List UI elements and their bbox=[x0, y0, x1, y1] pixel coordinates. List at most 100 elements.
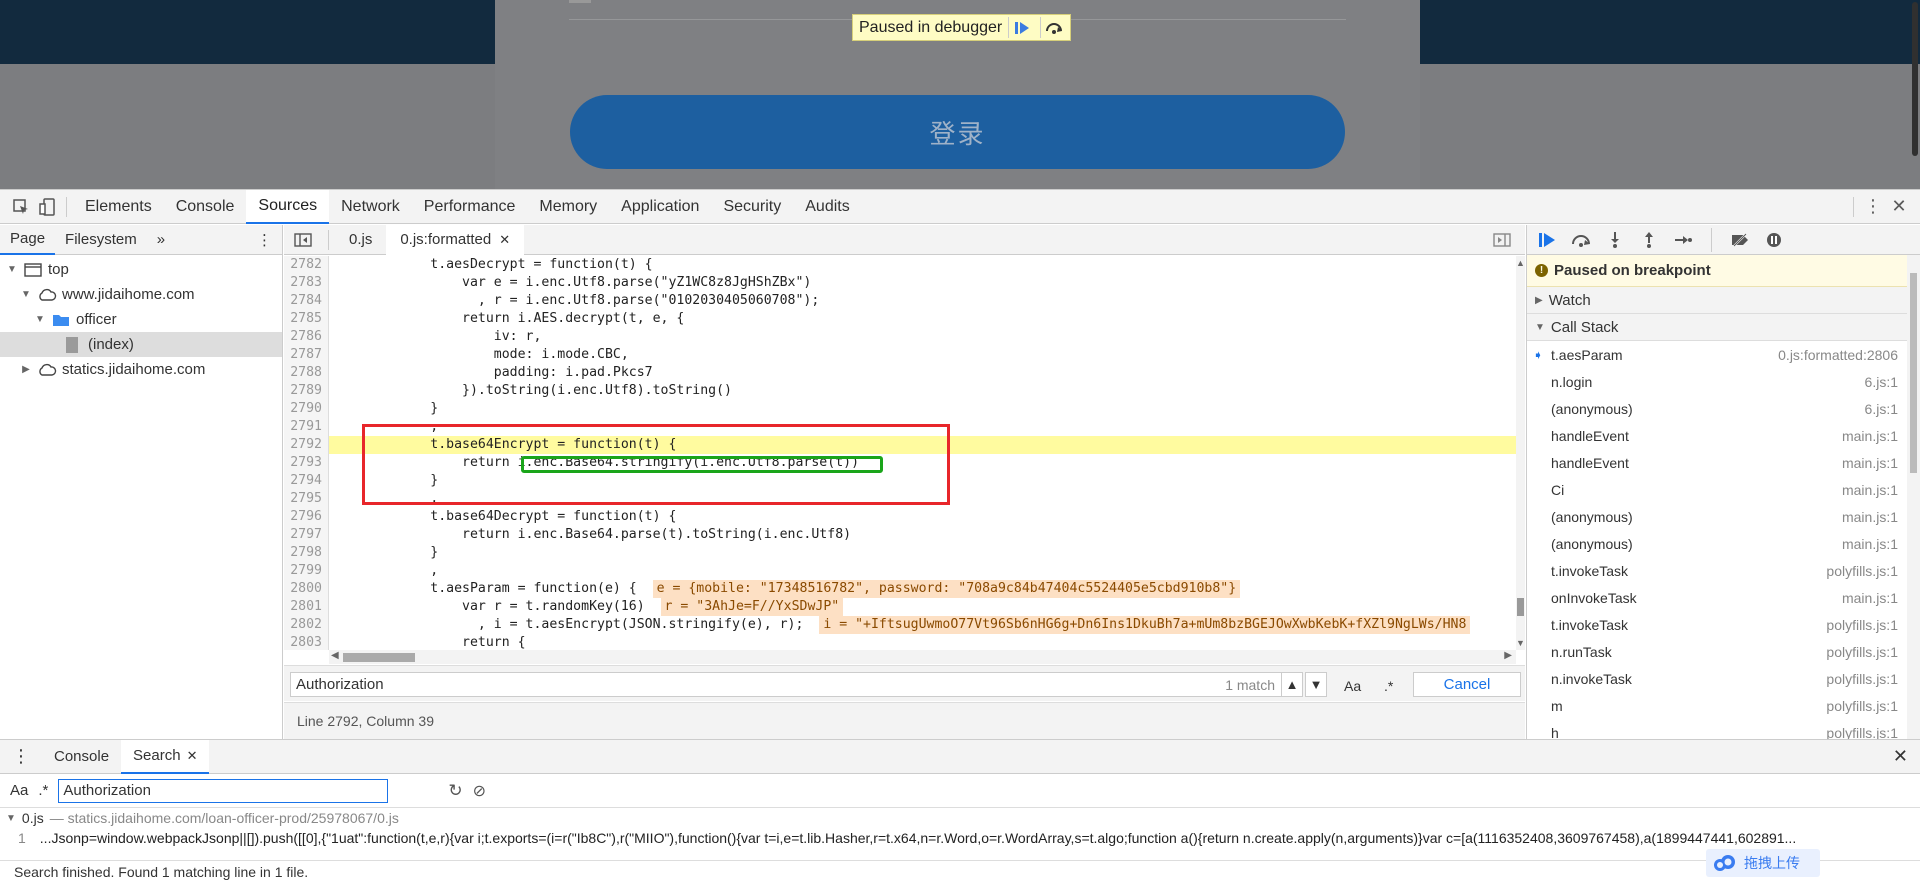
code-line[interactable]: 2801 var r = t.randomKey(16) r = "3AhJe=… bbox=[284, 598, 1516, 616]
page-scrollbar[interactable] bbox=[1910, 0, 1920, 160]
debugger-scrollbar[interactable] bbox=[1907, 255, 1920, 739]
line-number[interactable]: 2782 bbox=[284, 256, 329, 274]
step-over-icon[interactable] bbox=[1040, 17, 1066, 38]
line-number[interactable]: 2785 bbox=[284, 310, 329, 328]
call-frame[interactable]: (anonymous) main.js:1 bbox=[1527, 503, 1920, 530]
line-number[interactable]: 2790 bbox=[284, 400, 329, 418]
call-frame[interactable]: onInvokeTask main.js:1 bbox=[1527, 584, 1920, 611]
call-frame[interactable]: (anonymous) 6.js:1 bbox=[1527, 395, 1920, 422]
call-frame[interactable]: t.invokeTask polyfills.js:1 bbox=[1527, 557, 1920, 584]
call-frame[interactable]: t.invokeTask polyfills.js:1 bbox=[1527, 611, 1920, 638]
call-frame[interactable]: n.invokeTask polyfills.js:1 bbox=[1527, 665, 1920, 692]
login-button[interactable]: 登录 bbox=[570, 95, 1345, 169]
line-number[interactable]: 2793 bbox=[284, 454, 329, 472]
editor-vertical-scrollbar[interactable]: ▲ ▼ bbox=[1516, 256, 1525, 650]
line-number[interactable]: 2783 bbox=[284, 274, 329, 292]
close-tab-icon[interactable]: ✕ bbox=[499, 232, 510, 248]
line-number[interactable]: 2802 bbox=[284, 616, 329, 634]
drawer-menu-icon[interactable]: ⋮ bbox=[0, 740, 42, 774]
call-frame[interactable]: handleEvent main.js:1 bbox=[1527, 449, 1920, 476]
code-line[interactable]: 2799 , bbox=[284, 562, 1516, 580]
inspect-element-icon[interactable] bbox=[8, 194, 34, 220]
line-number[interactable]: 2784 bbox=[284, 292, 329, 310]
search-result-line[interactable]: 1 ...Jsonp=window.webpackJsonp||[]).push… bbox=[0, 828, 1920, 848]
regex-toggle[interactable]: .* bbox=[38, 782, 48, 799]
code-line[interactable]: 2797 return i.enc.Base64.parse(t).toStri… bbox=[284, 526, 1516, 544]
line-number[interactable]: 2798 bbox=[284, 544, 329, 562]
resume-icon[interactable] bbox=[1008, 17, 1034, 38]
line-number[interactable]: 2786 bbox=[284, 328, 329, 346]
code-line[interactable]: 2787 mode: i.mode.CBC, bbox=[284, 346, 1516, 364]
frame-location[interactable]: 6.js:1 bbox=[1865, 401, 1898, 417]
line-number[interactable]: 2788 bbox=[284, 364, 329, 382]
refresh-icon[interactable]: ↻ bbox=[448, 781, 462, 801]
line-number[interactable]: 2803 bbox=[284, 634, 329, 650]
tab-sources[interactable]: Sources bbox=[246, 189, 330, 224]
call-frame[interactable]: (anonymous) main.js:1 bbox=[1527, 530, 1920, 557]
tab-security[interactable]: Security bbox=[711, 190, 793, 224]
tab-network[interactable]: Network bbox=[329, 190, 412, 224]
resume-icon[interactable] bbox=[1535, 228, 1559, 252]
code-line[interactable]: 2800 t.aesParam = function(e) { e = {mob… bbox=[284, 580, 1516, 598]
drag-upload-badge[interactable]: 拖拽上传 bbox=[1706, 849, 1820, 877]
editor-tab-0js[interactable]: 0.js bbox=[335, 225, 386, 255]
call-frame[interactable]: ➧ t.aesParam 0.js:formatted:2806 bbox=[1527, 341, 1920, 368]
tree-item-top[interactable]: ▼ top bbox=[0, 257, 282, 282]
line-number[interactable]: 2794 bbox=[284, 472, 329, 490]
line-number[interactable]: 2792 bbox=[284, 436, 329, 454]
tab-performance[interactable]: Performance bbox=[412, 190, 528, 224]
drawer-tab-console[interactable]: Console bbox=[42, 740, 121, 774]
match-case-toggle[interactable]: Aa bbox=[1344, 678, 1361, 694]
frame-location[interactable]: polyfills.js:1 bbox=[1826, 671, 1898, 687]
editor-tab-0js-formatted[interactable]: 0.js:formatted ✕ bbox=[386, 224, 525, 255]
frame-location[interactable]: main.js:1 bbox=[1842, 455, 1898, 471]
frame-location[interactable]: main.js:1 bbox=[1842, 482, 1898, 498]
cancel-button[interactable]: Cancel bbox=[1413, 672, 1521, 697]
navigator-menu-icon[interactable]: ⋮ bbox=[247, 225, 282, 255]
line-number[interactable]: 2797 bbox=[284, 526, 329, 544]
find-input[interactable]: Authorization 1 match bbox=[290, 672, 1282, 697]
step-out-icon[interactable] bbox=[1637, 228, 1661, 252]
frame-location[interactable]: 0.js:formatted:2806 bbox=[1778, 347, 1898, 363]
code-line[interactable]: 2784 , r = i.enc.Utf8.parse("01020304050… bbox=[284, 292, 1516, 310]
more-tabs-icon[interactable]: » bbox=[147, 225, 175, 255]
tab-console[interactable]: Console bbox=[164, 190, 247, 224]
tree-item-officer[interactable]: ▼ officer bbox=[0, 307, 282, 332]
frame-location[interactable]: polyfills.js:1 bbox=[1826, 563, 1898, 579]
code-line[interactable]: 2798 } bbox=[284, 544, 1516, 562]
line-number[interactable]: 2796 bbox=[284, 508, 329, 526]
code-line[interactable]: 2783 var e = i.enc.Utf8.parse("yZ1WC8z8J… bbox=[284, 274, 1516, 292]
frame-location[interactable]: polyfills.js:1 bbox=[1826, 617, 1898, 633]
frame-location[interactable]: main.js:1 bbox=[1842, 509, 1898, 525]
code-line[interactable]: 2785 return i.AES.decrypt(t, e, { bbox=[284, 310, 1516, 328]
code-line[interactable]: 2788 padding: i.pad.Pkcs7 bbox=[284, 364, 1516, 382]
more-options-icon[interactable]: ⋮ bbox=[1860, 194, 1886, 220]
call-stack-section-header[interactable]: ▼ Call Stack bbox=[1527, 314, 1920, 341]
code-line[interactable]: 2786 iv: r, bbox=[284, 328, 1516, 346]
code-line[interactable]: 2790 } bbox=[284, 400, 1516, 418]
frame-location[interactable]: polyfills.js:1 bbox=[1826, 644, 1898, 660]
code-line[interactable]: 2796 t.base64Decrypt = function(t) { bbox=[284, 508, 1516, 526]
tab-page[interactable]: Page bbox=[0, 225, 56, 255]
step-over-icon[interactable] bbox=[1569, 228, 1593, 252]
watch-section-header[interactable]: ▶ Watch bbox=[1527, 287, 1920, 314]
code-line[interactable]: 2789 }).toString(i.enc.Utf8).toString() bbox=[284, 382, 1516, 400]
line-number[interactable]: 2789 bbox=[284, 382, 329, 400]
call-frame[interactable]: Ci main.js:1 bbox=[1527, 476, 1920, 503]
step-into-icon[interactable] bbox=[1603, 228, 1627, 252]
frame-location[interactable]: 6.js:1 bbox=[1865, 374, 1898, 390]
call-frame[interactable]: n.runTask polyfills.js:1 bbox=[1527, 638, 1920, 665]
line-number[interactable]: 2801 bbox=[284, 598, 329, 616]
toggle-debugger-icon[interactable] bbox=[1479, 225, 1525, 255]
match-case-toggle[interactable]: Aa bbox=[10, 782, 28, 799]
regex-toggle[interactable]: .* bbox=[1384, 678, 1393, 694]
search-input[interactable]: Authorization bbox=[58, 778, 389, 803]
tree-item-www-jidaihome[interactable]: ▼ www.jidaihome.com bbox=[0, 282, 282, 307]
pause-on-exceptions-icon[interactable] bbox=[1762, 228, 1786, 252]
find-previous-icon[interactable]: ▲ bbox=[1281, 672, 1303, 697]
frame-location[interactable]: main.js:1 bbox=[1842, 428, 1898, 444]
line-number[interactable]: 2791 bbox=[284, 418, 329, 436]
close-tab-icon[interactable]: ✕ bbox=[187, 748, 198, 764]
tree-item-index[interactable]: (index) bbox=[0, 332, 282, 357]
deactivate-breakpoints-icon[interactable] bbox=[1728, 228, 1752, 252]
